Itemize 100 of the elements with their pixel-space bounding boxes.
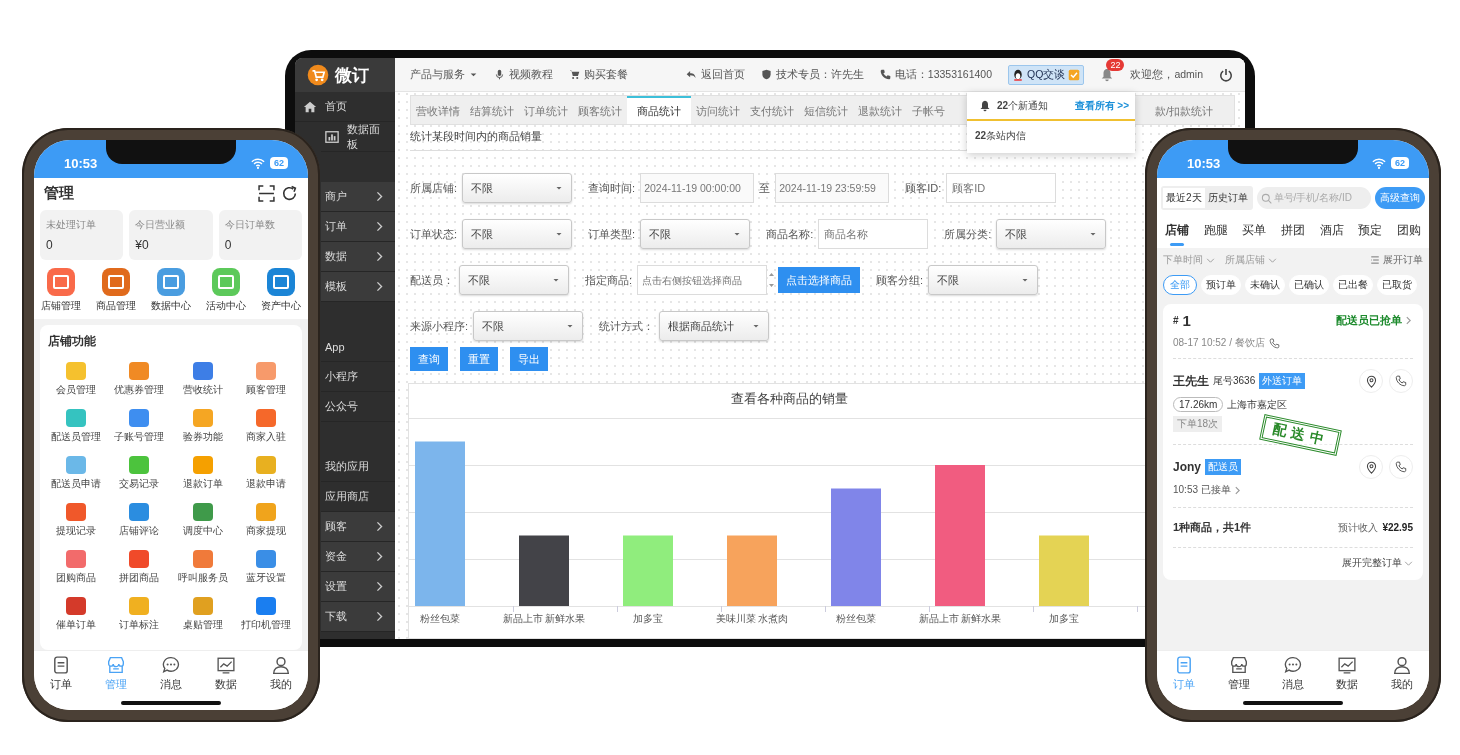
- status-chip[interactable]: 未确认: [1245, 275, 1285, 295]
- tab[interactable]: 支付统计: [745, 96, 799, 124]
- location-button[interactable]: [1359, 455, 1383, 479]
- tab[interactable]: 访问统计: [691, 96, 745, 124]
- feature-item[interactable]: 团购商品: [44, 544, 108, 591]
- feature-item[interactable]: 交易记录: [107, 450, 171, 497]
- segment-button[interactable]: 历史订单: [1204, 188, 1251, 208]
- tab-bar-item[interactable]: 消息: [149, 655, 193, 692]
- feature-item[interactable]: 调度中心: [171, 497, 235, 544]
- select-field[interactable]: 不限: [996, 219, 1107, 249]
- tab-bar-item[interactable]: 消息: [1270, 655, 1315, 692]
- shortcut[interactable]: 数据中心: [143, 268, 199, 313]
- tab-bar-item[interactable]: 管理: [1216, 655, 1261, 692]
- bell-icon[interactable]: [1100, 67, 1115, 82]
- status-chip[interactable]: 已取货: [1377, 275, 1417, 295]
- sidebar-item[interactable]: 下载: [321, 602, 395, 632]
- feature-item[interactable]: 提现记录: [44, 497, 108, 544]
- tab[interactable]: 退款统计: [853, 96, 907, 124]
- call-button[interactable]: [1389, 369, 1413, 393]
- feature-item[interactable]: 桌贴管理: [171, 591, 235, 638]
- select-field[interactable]: 不限: [459, 265, 569, 295]
- tab[interactable]: 短信统计: [799, 96, 853, 124]
- feature-item[interactable]: 催单订单: [44, 591, 108, 638]
- tab[interactable]: 营收详情: [411, 96, 465, 124]
- chat-button[interactable]: QQ交谈: [1008, 64, 1085, 85]
- category-tab[interactable]: 买单: [1242, 220, 1267, 248]
- nav-link[interactable]: 技术专员：许先生: [760, 67, 864, 82]
- feature-item[interactable]: 商家提现: [234, 497, 298, 544]
- call-button[interactable]: [1389, 455, 1413, 479]
- nav-link[interactable]: 电话：13353161400: [879, 67, 993, 82]
- feature-item[interactable]: 退款申请: [234, 450, 298, 497]
- category-tab[interactable]: 拼团: [1280, 220, 1305, 248]
- phone-icon[interactable]: [1268, 337, 1280, 349]
- refresh-icon[interactable]: [281, 184, 298, 202]
- sidebar-item[interactable]: 设置: [321, 572, 395, 602]
- feature-item[interactable]: 优惠券管理: [107, 356, 171, 403]
- feature-item[interactable]: 子账号管理: [107, 403, 171, 450]
- nav-link[interactable]: 购买套餐: [569, 67, 628, 82]
- category-tab[interactable]: 店铺: [1165, 220, 1189, 248]
- feature-item[interactable]: 顾客管理: [234, 356, 298, 403]
- scan-icon[interactable]: [258, 184, 275, 202]
- feature-item[interactable]: 订单标注: [107, 591, 171, 638]
- status-link[interactable]: 配送员已抢单: [1336, 312, 1413, 328]
- tab-bar-item[interactable]: 数据: [203, 655, 248, 692]
- feature-item[interactable]: 打印机管理: [234, 591, 298, 638]
- shortcut[interactable]: 活动中心: [198, 268, 254, 313]
- sidebar-item[interactable]: 商户: [321, 182, 395, 212]
- tab-bar-item[interactable]: 我的: [258, 655, 303, 692]
- category-tab[interactable]: 团购: [1396, 220, 1421, 248]
- tab[interactable]: 商品统计: [627, 96, 691, 124]
- tab[interactable]: 顾客统计: [573, 96, 627, 124]
- select-field[interactable]: 不限: [462, 219, 573, 249]
- tab[interactable]: 子帐号: [907, 96, 950, 124]
- tab-bar-item[interactable]: 数据: [1325, 655, 1370, 692]
- location-button[interactable]: [1359, 369, 1383, 393]
- status-chip[interactable]: 已出餐: [1333, 275, 1373, 295]
- shortcut[interactable]: 店铺管理: [34, 268, 89, 313]
- nav-link[interactable]: 视频教程: [494, 67, 553, 82]
- tab-bar-item[interactable]: 我的: [1379, 655, 1424, 692]
- shortcut[interactable]: 商品管理: [88, 268, 144, 313]
- sidebar-item[interactable]: 订单: [321, 212, 395, 242]
- expand-button[interactable]: 展开完整订单: [1342, 556, 1413, 570]
- date-field[interactable]: 2024-11-19 00:00:00: [640, 173, 755, 203]
- select-field[interactable]: 不限: [473, 311, 584, 341]
- nav-menu[interactable]: 产品与服务: [410, 67, 478, 82]
- tab[interactable]: 结算统计: [465, 96, 519, 124]
- category-tab[interactable]: 酒店: [1319, 220, 1344, 248]
- feature-item[interactable]: 蓝牙设置: [234, 544, 298, 591]
- category-tab[interactable]: 跑腿: [1203, 220, 1228, 248]
- expand-orders-button[interactable]: 展开订单: [1370, 253, 1423, 267]
- accepted-link[interactable]: 10:53 已接单: [1173, 483, 1242, 497]
- segment-button[interactable]: 最近2天: [1163, 188, 1205, 208]
- sidebar-item[interactable]: 模板: [321, 272, 395, 302]
- input-field[interactable]: 顾客ID: [946, 173, 1057, 203]
- feature-item[interactable]: 店铺评论: [107, 497, 171, 544]
- select-field[interactable]: 不限: [640, 219, 751, 249]
- feature-item[interactable]: 拼团商品: [107, 544, 171, 591]
- select-field[interactable]: 不限: [928, 265, 1039, 295]
- select-field[interactable]: 根据商品统计: [659, 311, 770, 341]
- tab[interactable]: 款/扣款统计: [1151, 96, 1216, 124]
- select-field[interactable]: 不限: [462, 173, 573, 203]
- view-all-link[interactable]: 查看所有 >>: [1074, 99, 1129, 113]
- sidebar-item[interactable]: 资金: [321, 542, 395, 572]
- status-chip[interactable]: 预订单: [1201, 275, 1241, 295]
- textarea-field[interactable]: 点击右侧按钮选择商品: [637, 265, 768, 295]
- sidebar-item[interactable]: 数据: [321, 242, 395, 272]
- feature-item[interactable]: 配送员管理: [44, 403, 108, 450]
- feature-item[interactable]: 呼叫服务员: [171, 544, 235, 591]
- power-icon[interactable]: [1219, 67, 1233, 82]
- tab[interactable]: 订单统计: [519, 96, 573, 124]
- tab-bar-item[interactable]: 订单: [39, 655, 84, 692]
- nav-link[interactable]: 返回首页: [685, 67, 745, 82]
- shortcut[interactable]: 资产中心: [253, 268, 308, 313]
- feature-item[interactable]: 验券功能: [171, 403, 235, 450]
- feature-item[interactable]: 营收统计: [171, 356, 235, 403]
- category-tab[interactable]: 预定: [1358, 220, 1383, 248]
- status-chip[interactable]: 已确认: [1289, 275, 1329, 295]
- sidebar-item[interactable]: 顾客: [321, 512, 395, 542]
- feature-item[interactable]: 会员管理: [44, 356, 108, 403]
- input-field[interactable]: 商品名称: [818, 219, 929, 249]
